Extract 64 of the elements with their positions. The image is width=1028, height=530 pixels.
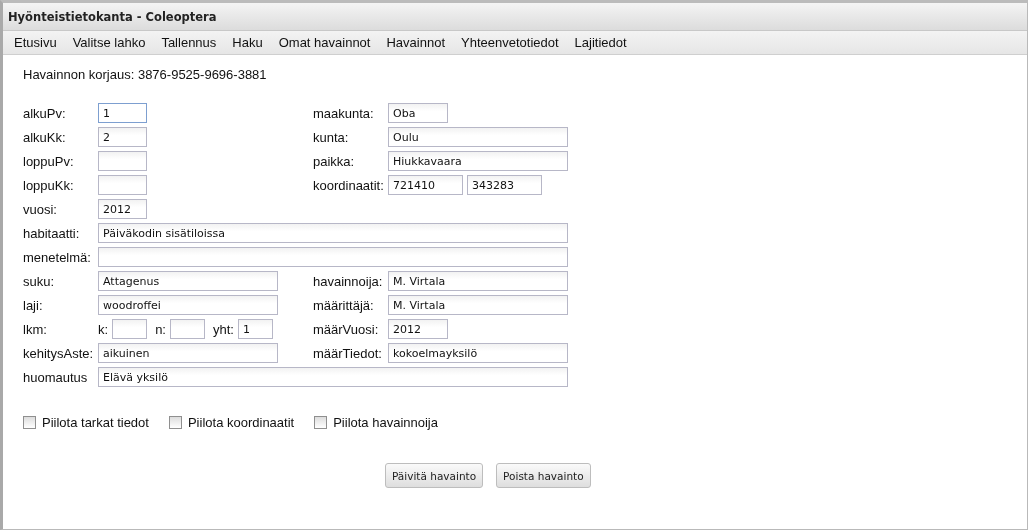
menu-item[interactable]: Haku [224, 33, 271, 52]
checkbox[interactable] [314, 416, 328, 429]
field-label: maakunta: [313, 105, 375, 121]
input-field[interactable] [98, 175, 147, 195]
field-label: kunta: [313, 129, 350, 145]
field-label: alkuPv: [23, 105, 67, 121]
checkbox-label: Piilota tarkat tiedot [42, 415, 149, 430]
input-field[interactable]: 2012 [388, 319, 448, 339]
checkbox-label: Piilota havainnoija [333, 415, 438, 430]
input-field[interactable]: Hiukkavaara [388, 151, 568, 171]
checkbox-label: Piilota koordinaatit [187, 415, 295, 430]
input-field[interactable] [98, 151, 147, 171]
input-field[interactable]: 721410 [388, 175, 463, 195]
menu-item[interactable]: Etusivu [6, 33, 65, 52]
input-field[interactable]: kokoelmayksilö [388, 343, 568, 363]
field-label: alkuKk: [23, 129, 67, 145]
input-field[interactable]: Oulu [388, 127, 568, 147]
field-label: lkm: [23, 321, 48, 337]
input-field[interactable] [169, 319, 205, 339]
action-button[interactable]: Päivitä havainto [385, 463, 484, 488]
menu-item[interactable]: Lajitiedot [566, 33, 635, 52]
field-label: määrVuosi: [313, 321, 380, 337]
field-label: koordinaatit: [313, 177, 385, 193]
input-field[interactable]: woodroffei [98, 295, 278, 315]
input-field[interactable]: 1 [237, 319, 273, 339]
field-label: vuosi: [23, 201, 58, 217]
field-label: n: [155, 321, 166, 337]
input-field[interactable]: 2012 [98, 199, 147, 219]
input-field[interactable]: Elävä yksilö [98, 367, 568, 387]
menu-item[interactable]: Tallennus [153, 33, 225, 52]
menu-item[interactable]: Havainnot [378, 33, 453, 52]
field-label: habitaatti: [23, 225, 81, 241]
field-label: loppuPv: [23, 153, 75, 169]
input-field[interactable]: Oba [388, 103, 448, 123]
input-field[interactable]: 2 [98, 127, 147, 147]
action-button[interactable]: Poista havainto [496, 463, 591, 488]
field-label: yht: [212, 321, 234, 337]
field-label: suku: [23, 273, 56, 289]
input-field[interactable]: aikuinen [98, 343, 278, 363]
field-label: kehitysAste: [23, 345, 95, 361]
checkbox[interactable] [168, 416, 182, 429]
input-field[interactable]: Attagenus [98, 271, 278, 291]
menu-item[interactable]: Yhteenvetotiedot [453, 33, 567, 52]
menu-item[interactable]: Omat havainnot [270, 33, 379, 52]
page-heading: Havainnon korjaus: 3876-9525-9696-3881 [23, 67, 268, 82]
checkbox[interactable] [23, 416, 36, 429]
input-field[interactable]: 1 [98, 103, 147, 123]
field-label: k: [98, 321, 109, 337]
input-field[interactable] [112, 319, 148, 339]
field-label: määrTiedot: [313, 345, 383, 361]
input-field[interactable]: M. Virtala [388, 295, 568, 315]
field-label: laji: [23, 297, 44, 313]
field-label: määrittäjä: [313, 297, 375, 313]
input-field[interactable]: Päiväkodin sisätiloissa [98, 223, 568, 243]
input-field[interactable] [98, 247, 568, 267]
field-label: menetelmä: [23, 249, 92, 265]
field-label: paikka: [313, 153, 356, 169]
window-title: Hyönteistietokanta - Coleoptera [8, 9, 217, 24]
input-field[interactable]: M. Virtala [388, 271, 568, 291]
field-label: havainnoija: [313, 273, 384, 289]
field-label: huomautus [23, 369, 89, 385]
input-field[interactable]: 343283 [467, 175, 542, 195]
field-label: loppuKk: [23, 177, 75, 193]
menu-item[interactable]: Valitse lahko [64, 33, 154, 52]
